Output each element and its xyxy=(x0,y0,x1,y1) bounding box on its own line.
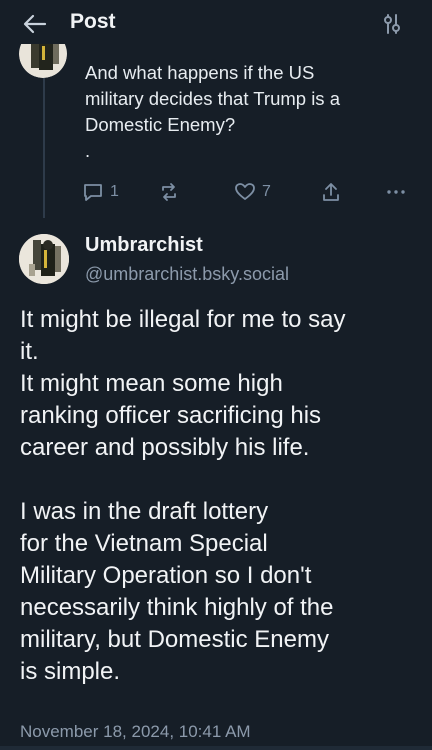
post-text-line: I was in the draft lottery xyxy=(20,498,269,525)
share-icon xyxy=(323,183,339,201)
post-text-line: it. xyxy=(20,338,39,365)
post-text-line: career and possibly his life. xyxy=(20,434,310,461)
like-icon xyxy=(235,183,255,200)
parent-text-line: military decides that Trump is a xyxy=(85,88,340,109)
post-text-line: It might be illegal for me to say xyxy=(20,306,346,333)
more-options-button[interactable] xyxy=(384,180,408,204)
thread-connector-line xyxy=(43,78,45,218)
author-handle[interactable]: @umbrarchist.bsky.social xyxy=(85,264,289,285)
like-count: 7 xyxy=(262,183,271,200)
parent-text-line: . xyxy=(85,140,91,161)
parent-text-line: Domestic Enemy? xyxy=(85,114,236,135)
post-text-line: It might mean some high xyxy=(20,370,283,397)
parent-post-text: And what happens if the US military deci… xyxy=(85,60,405,164)
parent-text-line: And what happens if the US xyxy=(85,62,315,83)
reply-button[interactable]: 1 xyxy=(82,180,119,204)
author-avatar[interactable] xyxy=(19,234,69,284)
post-body: It might be illegal for me to say it. It… xyxy=(20,304,420,688)
post-text-line: military, but Domestic Enemy xyxy=(20,626,329,653)
repost-icon xyxy=(162,183,176,201)
arrow-left-icon xyxy=(23,14,47,34)
post-text-line: Military Operation so I don't xyxy=(20,562,312,589)
reply-count: 1 xyxy=(110,183,119,200)
post-timestamp: November 18, 2024, 10:41 AM xyxy=(20,722,251,741)
parent-author-avatar[interactable] xyxy=(19,44,67,78)
like-button[interactable]: 7 xyxy=(234,180,271,204)
divider xyxy=(0,746,432,750)
parent-post-actions: 1 7 xyxy=(82,180,412,204)
top-bar: Post xyxy=(0,0,432,48)
post-text-line: for the Vietnam Special xyxy=(20,530,268,557)
post-text-line: necessarily think highly of the xyxy=(20,594,334,621)
post-text-line: ranking officer sacrificing his xyxy=(20,402,322,429)
reply-icon xyxy=(84,184,102,201)
thread-options-button[interactable] xyxy=(380,12,404,36)
more-icon xyxy=(387,190,405,194)
sliders-icon xyxy=(384,14,400,34)
repost-button[interactable] xyxy=(158,180,180,204)
author-name[interactable]: Umbrarchist xyxy=(85,234,203,257)
post-text-line: is simple. xyxy=(20,658,121,685)
share-button[interactable] xyxy=(320,180,342,204)
back-button[interactable] xyxy=(20,10,50,38)
page-title: Post xyxy=(70,10,116,33)
